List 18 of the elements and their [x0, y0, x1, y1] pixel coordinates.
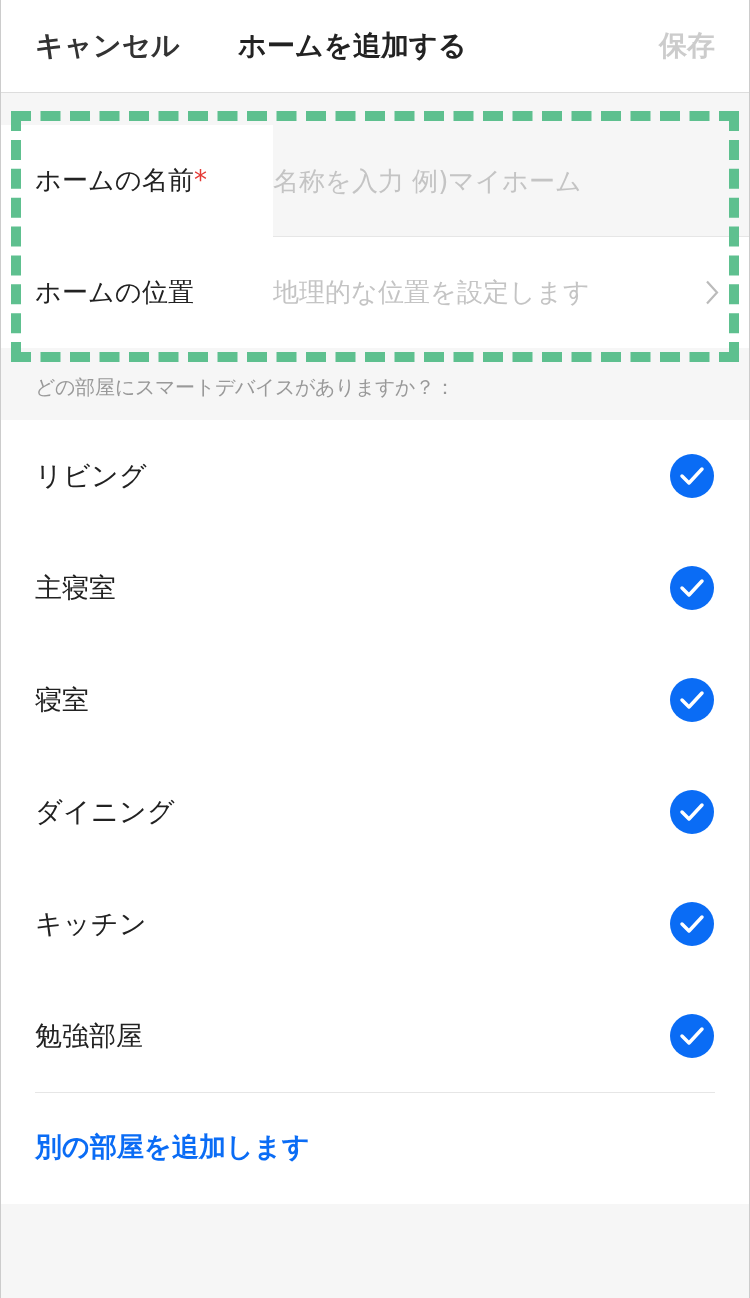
- checkbox-icon[interactable]: [669, 789, 715, 835]
- field-label: ホームの名前*: [1, 125, 273, 236]
- field-label: ホームの位置: [1, 237, 273, 348]
- cancel-button[interactable]: キャンセル: [35, 25, 180, 67]
- checkbox-icon[interactable]: [669, 1013, 715, 1059]
- section-label: どの部屋にスマートデバイスがありますか？：: [34, 374, 456, 401]
- room-name: キッチン: [35, 906, 147, 941]
- checkbox-icon[interactable]: [669, 677, 715, 723]
- room-name: リビング: [35, 458, 147, 493]
- checkbox-icon[interactable]: [669, 565, 715, 611]
- checkbox-icon[interactable]: [669, 453, 715, 499]
- room-name: ダイニング: [35, 794, 175, 829]
- room-name: 寝室: [35, 682, 89, 717]
- page-title: ホームを追加する: [238, 28, 467, 64]
- room-name: 勉強部屋: [35, 1018, 143, 1053]
- checkbox-icon[interactable]: [669, 901, 715, 947]
- add-room-link[interactable]: 別の部屋を追加します: [35, 1092, 715, 1204]
- room-name: 主寝室: [35, 570, 116, 605]
